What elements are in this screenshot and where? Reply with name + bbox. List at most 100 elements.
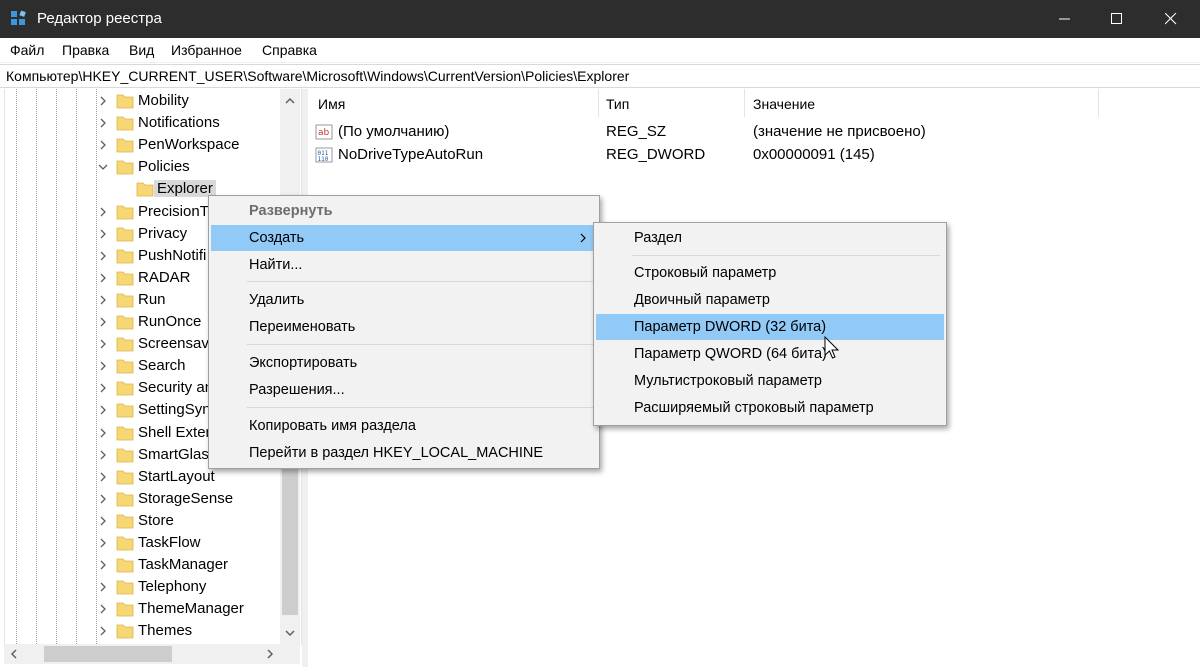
chevron-right-icon[interactable] bbox=[97, 603, 109, 615]
column-value[interactable]: Значение bbox=[753, 96, 815, 112]
column-separator[interactable] bbox=[1098, 89, 1099, 117]
chevron-right-icon[interactable] bbox=[97, 316, 109, 328]
menu-favorites[interactable]: Избранное bbox=[171, 42, 242, 58]
folder-icon bbox=[116, 293, 134, 308]
chevron-right-icon[interactable] bbox=[97, 382, 109, 394]
chevron-right-icon[interactable] bbox=[97, 493, 109, 505]
submenu-item-binary[interactable]: Двоичный параметр bbox=[596, 287, 944, 313]
submenu-item-dword[interactable]: Параметр DWORD (32 бита) bbox=[596, 314, 944, 340]
chevron-right-icon[interactable] bbox=[97, 537, 109, 549]
menu-edit[interactable]: Правка bbox=[62, 42, 109, 58]
menu-item-permissions[interactable]: Разрешения... bbox=[211, 377, 597, 403]
tree-item[interactable]: ThemeManager bbox=[5, 598, 281, 620]
value-row[interactable]: ab (По умолчанию) REG_SZ (значение не пр… bbox=[308, 121, 1200, 143]
scroll-thumb[interactable] bbox=[44, 646, 172, 662]
scroll-left-button[interactable] bbox=[4, 644, 24, 664]
chevron-right-icon[interactable] bbox=[97, 471, 109, 483]
menu-item-copy-key-name[interactable]: Копировать имя раздела bbox=[211, 413, 597, 439]
menu-item-delete[interactable]: Удалить bbox=[211, 287, 597, 313]
chevron-right-icon[interactable] bbox=[97, 427, 109, 439]
menu-item-label: Параметр DWORD (32 бита) bbox=[634, 319, 827, 335]
minimize-button[interactable] bbox=[1038, 0, 1092, 38]
menu-item-create[interactable]: Создать bbox=[211, 225, 597, 251]
close-icon bbox=[1165, 13, 1177, 25]
tree-item[interactable]: Mobility bbox=[5, 90, 281, 112]
folder-icon bbox=[116, 536, 134, 551]
tree-item[interactable]: Notifications bbox=[5, 112, 281, 134]
chevron-right-icon[interactable] bbox=[97, 515, 109, 527]
column-type[interactable]: Тип bbox=[606, 96, 629, 112]
scroll-down-button[interactable] bbox=[280, 623, 300, 643]
menu-file[interactable]: Файл bbox=[10, 42, 44, 58]
close-button[interactable] bbox=[1144, 0, 1198, 38]
folder-icon bbox=[116, 160, 134, 175]
folder-icon bbox=[116, 580, 134, 595]
submenu-item-key[interactable]: Раздел bbox=[596, 225, 944, 251]
tree-item-label: Security an bbox=[138, 379, 214, 397]
chevron-right-icon[interactable] bbox=[97, 559, 109, 571]
address-bar[interactable]: Компьютер\HKEY_CURRENT_USER\Software\Mic… bbox=[0, 64, 1200, 88]
chevron-right-icon[interactable] bbox=[97, 581, 109, 593]
value-row[interactable]: 011 110 NoDriveTypeAutoRun REG_DWORD 0x0… bbox=[308, 144, 1200, 166]
chevron-right-icon[interactable] bbox=[97, 294, 109, 306]
tree-item[interactable]: Store bbox=[5, 510, 281, 532]
svg-text:ab: ab bbox=[318, 128, 330, 138]
column-name[interactable]: Имя bbox=[318, 96, 345, 112]
chevron-right-icon[interactable] bbox=[97, 625, 109, 637]
folder-icon bbox=[116, 116, 134, 131]
chevron-down-icon[interactable] bbox=[97, 161, 109, 173]
menu-item-goto-hklm[interactable]: Перейти в раздел HKEY_LOCAL_MACHINE bbox=[211, 440, 597, 466]
tree-item-label: Privacy bbox=[138, 224, 188, 242]
chevron-right-icon[interactable] bbox=[97, 272, 109, 284]
scroll-right-button[interactable] bbox=[260, 644, 280, 664]
menu-item-label: Разрешения... bbox=[249, 382, 345, 398]
chevron-right-icon[interactable] bbox=[97, 139, 109, 151]
chevron-up-icon bbox=[285, 97, 295, 104]
menu-view[interactable]: Вид bbox=[129, 42, 154, 58]
chevron-right-icon[interactable] bbox=[97, 228, 109, 240]
tree-horizontal-scrollbar[interactable] bbox=[4, 644, 300, 664]
binary-value-icon: 011 110 bbox=[315, 147, 333, 163]
tree-item[interactable]: Telephony bbox=[5, 576, 281, 598]
menu-item-label: Удалить bbox=[249, 292, 305, 308]
folder-icon bbox=[116, 205, 134, 219]
chevron-right-icon[interactable] bbox=[97, 206, 109, 218]
submenu-item-qword[interactable]: Параметр QWORD (64 бита) bbox=[596, 341, 944, 367]
maximize-button[interactable] bbox=[1090, 0, 1144, 38]
menu-item-label: Найти... bbox=[249, 257, 303, 273]
address-path[interactable]: Компьютер\HKEY_CURRENT_USER\Software\Mic… bbox=[6, 68, 629, 84]
menu-item-find[interactable]: Найти... bbox=[211, 252, 597, 278]
menu-item-export[interactable]: Экспортировать bbox=[211, 350, 597, 376]
folder-icon bbox=[116, 492, 134, 507]
tree-item[interactable]: TaskFlow bbox=[5, 532, 281, 554]
scroll-up-button[interactable] bbox=[280, 91, 300, 111]
menu-item-expand[interactable]: Развернуть bbox=[211, 198, 597, 224]
chevron-right-icon[interactable] bbox=[97, 360, 109, 372]
column-separator[interactable] bbox=[598, 89, 599, 117]
tree-item[interactable]: Themes bbox=[5, 620, 281, 642]
scroll-thumb[interactable] bbox=[282, 467, 298, 615]
tree-item[interactable]: TaskManager bbox=[5, 554, 281, 576]
tree-item[interactable]: Policies bbox=[5, 156, 281, 178]
chevron-right-icon[interactable] bbox=[97, 117, 109, 129]
tree-item-label: RunOnce bbox=[138, 313, 202, 330]
column-separator[interactable] bbox=[744, 89, 745, 117]
chevron-right-icon[interactable] bbox=[97, 250, 109, 262]
folder-icon bbox=[116, 602, 134, 617]
value-name: (По умолчанию) bbox=[338, 123, 450, 140]
chevron-right-icon[interactable] bbox=[97, 95, 109, 107]
window-title: Редактор реестра bbox=[37, 10, 162, 27]
menu-item-label: Двоичный параметр bbox=[634, 292, 770, 308]
chevron-right-icon[interactable] bbox=[97, 338, 109, 350]
tree-item-label: StartLayout bbox=[138, 467, 215, 485]
submenu-item-multistring[interactable]: Мультистроковый параметр bbox=[596, 368, 944, 394]
chevron-right-icon[interactable] bbox=[97, 449, 109, 461]
tree-item[interactable]: StorageSense bbox=[5, 488, 281, 510]
tree-item-label: Telephony bbox=[138, 578, 207, 596]
submenu-item-expandable-string[interactable]: Расширяемый строковый параметр bbox=[596, 395, 944, 421]
menu-help[interactable]: Справка bbox=[262, 42, 317, 58]
submenu-item-string[interactable]: Строковый параметр bbox=[596, 260, 944, 286]
chevron-right-icon[interactable] bbox=[97, 404, 109, 416]
tree-item[interactable]: PenWorkspace bbox=[5, 134, 281, 156]
menu-item-rename[interactable]: Переименовать bbox=[211, 314, 597, 340]
